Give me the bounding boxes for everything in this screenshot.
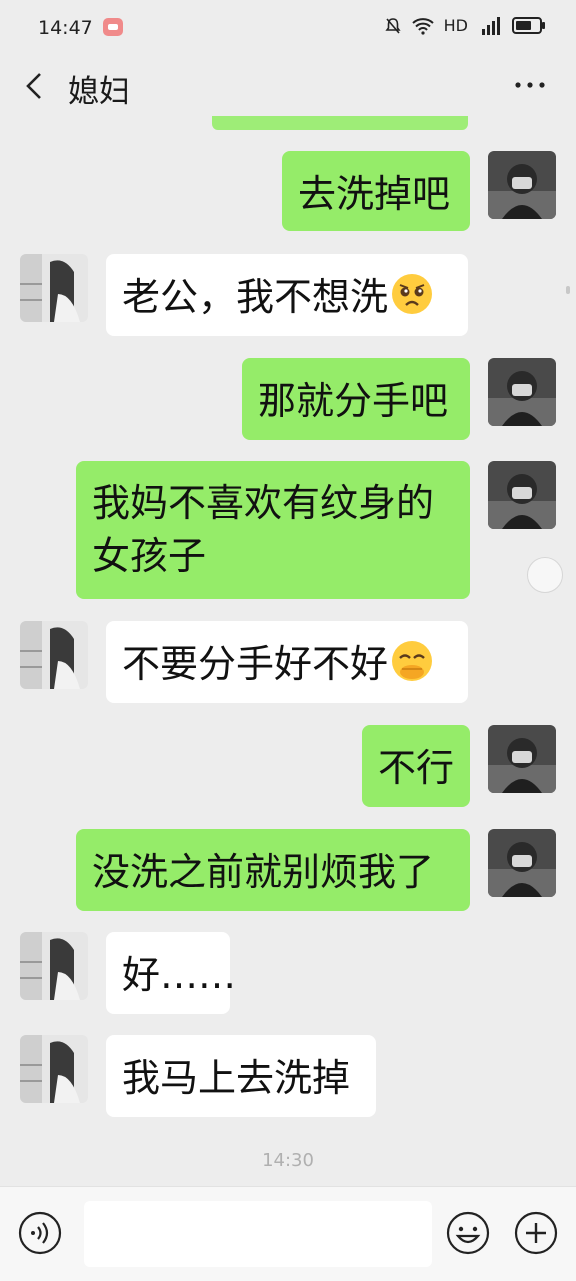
my-avatar[interactable] — [488, 151, 556, 219]
contact-avatar[interactable] — [20, 621, 88, 689]
message-text: 不行 — [378, 746, 455, 790]
message-input[interactable] — [84, 1201, 432, 1267]
wifi-icon — [411, 17, 434, 35]
floating-ball-button[interactable] — [527, 557, 563, 593]
message-text: 去洗掉吧 — [298, 172, 451, 216]
message-bubble-sent[interactable]: 不行 — [362, 725, 470, 807]
message-bubble-sent[interactable]: 去洗掉吧 — [282, 151, 470, 231]
avatar-image — [488, 461, 556, 529]
my-avatar[interactable] — [488, 358, 556, 426]
previous-message-bubble — [212, 116, 468, 130]
my-avatar[interactable] — [488, 461, 556, 529]
message-text: 没洗之前就别烦我了 — [92, 850, 435, 894]
message-bubble-received[interactable]: 好…… — [106, 932, 236, 1014]
my-avatar[interactable] — [488, 829, 556, 897]
back-arrow-icon[interactable] — [20, 66, 50, 106]
message-bubble-received[interactable]: 老公，我不想洗 — [106, 254, 468, 336]
scroll-indicator[interactable] — [566, 286, 570, 294]
add-more-icon[interactable] — [514, 1211, 558, 1255]
message-text: 我马上去洗掉 — [122, 1056, 351, 1100]
message-text: 老公，我不想洗 — [122, 275, 389, 319]
more-options-icon[interactable] — [510, 70, 550, 100]
screen-record-icon — [103, 18, 123, 36]
message-text: 好…… — [122, 953, 237, 997]
avatar-image — [488, 829, 556, 897]
chat-title: 媳妇 — [68, 74, 130, 110]
message-timestamp: 14:30 — [262, 1150, 314, 1171]
avatar-image — [488, 151, 556, 219]
avatar-image — [20, 621, 88, 689]
status-time: 14:47 — [38, 17, 93, 39]
my-avatar[interactable] — [488, 725, 556, 793]
voice-input-icon[interactable] — [18, 1211, 62, 1255]
message-bubble-received[interactable]: 不要分手好不好 — [106, 621, 468, 703]
status-bar: 14:47 HD — [0, 0, 576, 56]
message-text: 不要分手好不好 — [122, 642, 389, 686]
status-icons: HD — [384, 16, 545, 35]
avatar-image — [20, 254, 88, 322]
mute-icon — [385, 17, 401, 34]
contact-avatar[interactable] — [20, 932, 88, 1000]
network-type-label: HD — [443, 16, 468, 35]
battery-icon — [512, 17, 545, 34]
chat-header: 媳妇 — [0, 56, 576, 116]
avatar-image — [20, 1035, 88, 1103]
composer-bar — [0, 1186, 576, 1281]
message-bubble-received[interactable]: 我马上去洗掉 — [106, 1035, 376, 1117]
contact-avatar[interactable] — [20, 1035, 88, 1103]
message-text: 那就分手吧 — [258, 379, 449, 423]
avatar-image — [488, 725, 556, 793]
pleading-face-icon — [392, 274, 433, 314]
signal-icon — [482, 16, 500, 35]
hand-over-mouth-face-icon — [392, 641, 433, 681]
avatar-image — [20, 932, 88, 1000]
message-bubble-sent[interactable]: 我妈不喜欢有纹身的 女孩子 — [76, 461, 470, 599]
emoji-picker-icon[interactable] — [446, 1211, 490, 1255]
avatar-image — [488, 358, 556, 426]
message-bubble-sent[interactable]: 没洗之前就别烦我了 — [76, 829, 470, 911]
contact-avatar[interactable] — [20, 254, 88, 322]
message-bubble-sent[interactable]: 那就分手吧 — [242, 358, 470, 440]
message-text: 我妈不喜欢有纹身的 女孩子 — [92, 481, 435, 578]
